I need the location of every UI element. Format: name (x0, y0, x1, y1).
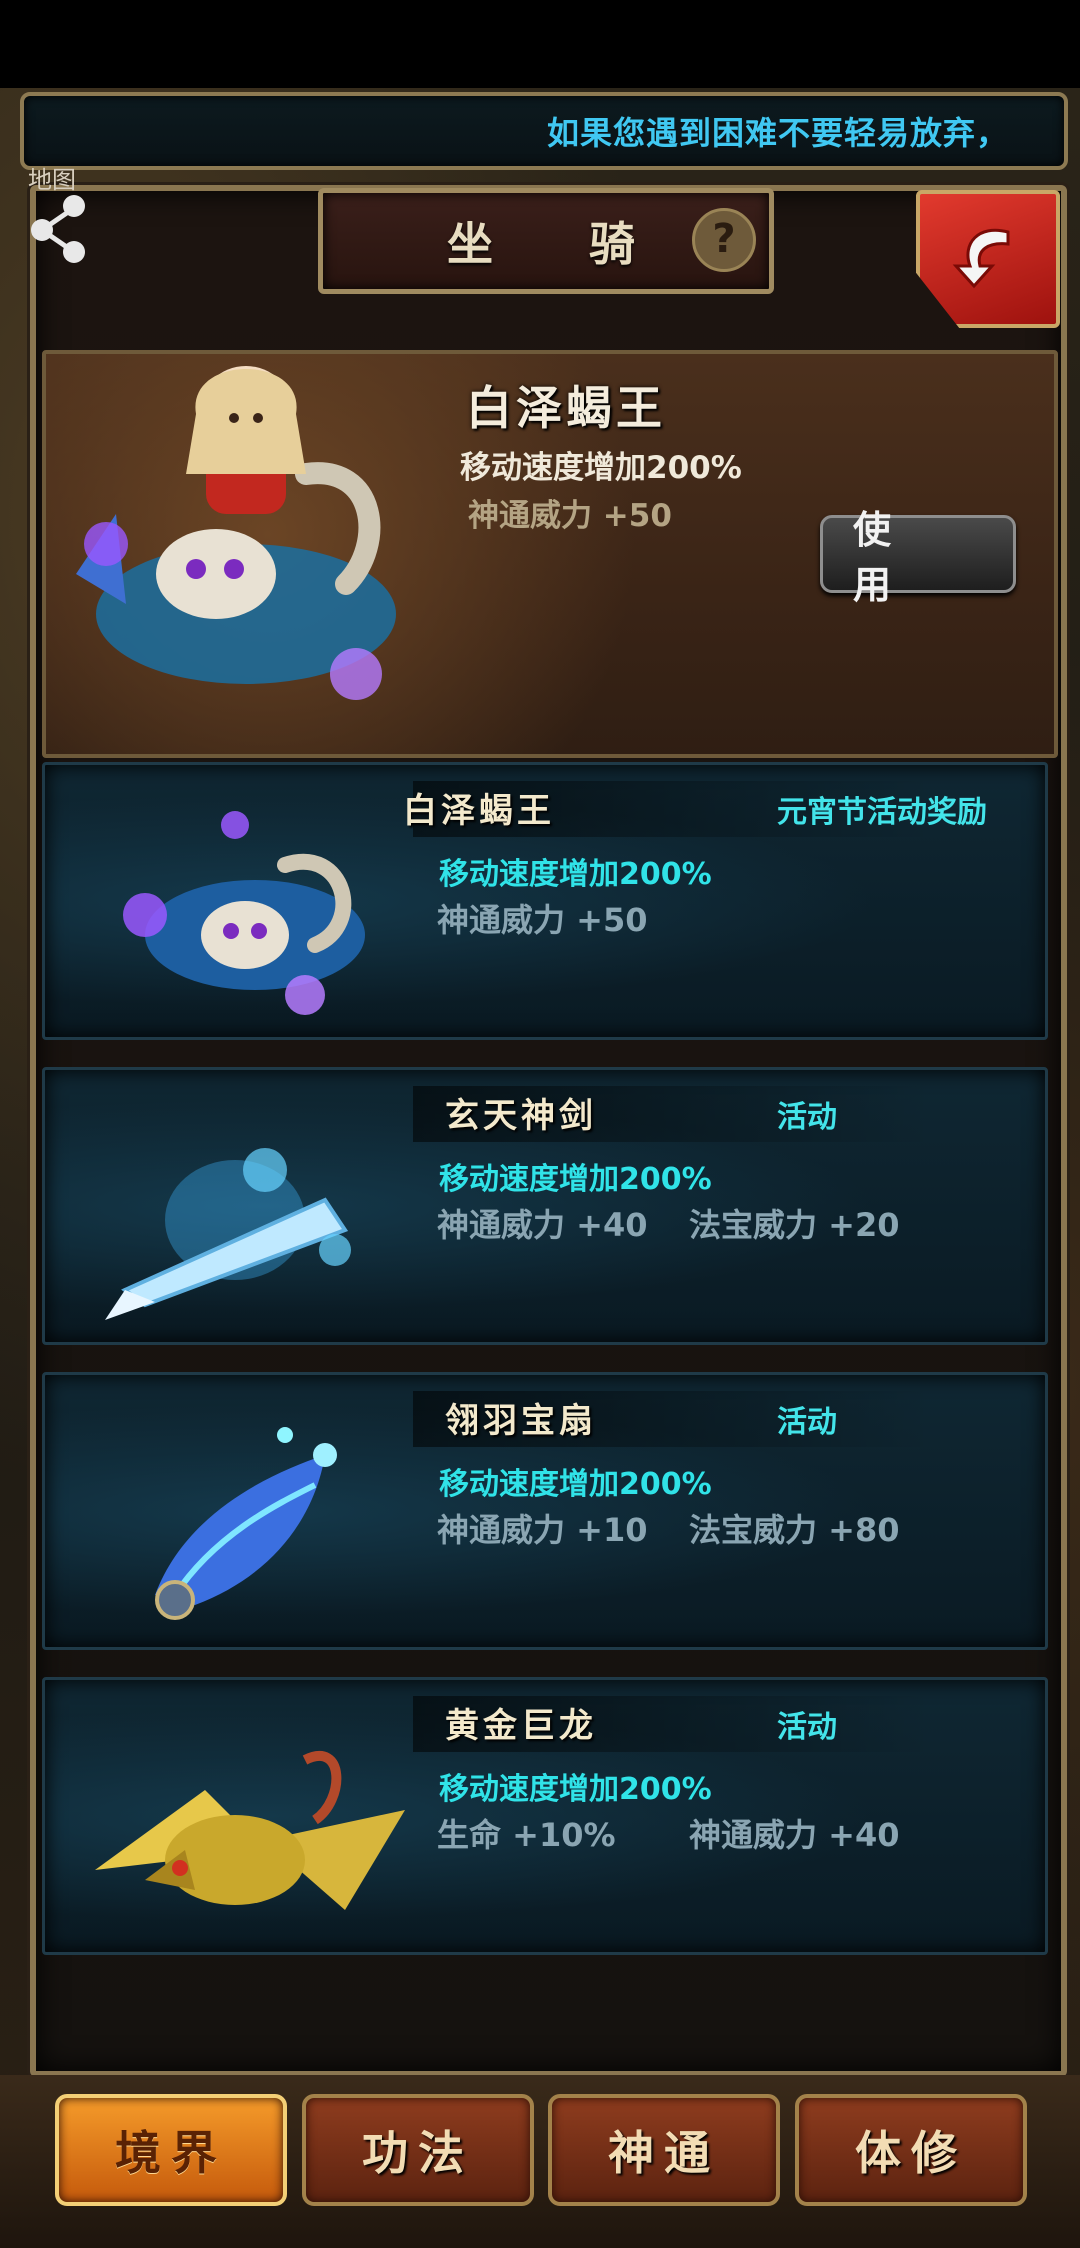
ticker-text: 如果您遇到困难不要轻易放弃， (546, 114, 1009, 152)
mount-source-tag: 活动 (777, 1710, 837, 1745)
mount-name: 玄天神剑 (445, 1096, 597, 1136)
mount-card[interactable]: 白泽蝎王 元宵节活动奖励 移动速度增加200% 神通威力 +50 (42, 762, 1048, 1040)
mount-stat-1: 神通威力 +10 (437, 1511, 648, 1549)
announcement-ticker: 如果您遇到困难不要轻易放弃， (20, 92, 1068, 170)
mount-name: 翎羽宝扇 (445, 1401, 597, 1441)
mount-card[interactable]: 玄天神剑 活动 移动速度增加200% 神通威力 +40 法宝威力 +20 (42, 1067, 1048, 1345)
featured-power-bonus: 神通威力 +50 (468, 498, 672, 534)
share-button[interactable] (24, 184, 94, 268)
mount-stat-1: 神通威力 +40 (437, 1206, 648, 1244)
scorpion-king-art (123, 811, 365, 1015)
mount-name: 白泽蝎王 (403, 791, 555, 831)
mount-speed-bonus: 移动速度增加200% (439, 1467, 712, 1502)
use-button-label: 使 用 (853, 508, 922, 607)
xuantian-sword-art (105, 1148, 351, 1320)
golden-dragon-art (95, 1751, 405, 1910)
mount-stat-2: 法宝威力 +20 (689, 1206, 900, 1244)
featured-speed-bonus: 移动速度增加200% (460, 450, 742, 486)
featured-mount-name: 白泽蝎王 (466, 381, 666, 435)
help-button[interactable]: ? (692, 208, 756, 272)
mount-name: 黄金巨龙 (445, 1706, 597, 1746)
mount-source-tag: 活动 (777, 1405, 837, 1440)
mount-card[interactable]: 黄金巨龙 活动 移动速度增加200% 生命 +10% 神通威力 +40 (42, 1677, 1048, 1955)
back-arrow-icon (952, 228, 1010, 289)
mount-stat-1: 神通威力 +50 (437, 901, 648, 939)
page-title: 坐 骑 (446, 217, 675, 271)
mount-speed-bonus: 移动速度增加200% (439, 1772, 712, 1807)
mount-stat-2: 神通威力 +40 (689, 1816, 900, 1854)
tab-jingjie[interactable]: 境界 (55, 2094, 287, 2206)
tab-tixiu[interactable]: 体修 (795, 2094, 1027, 2206)
mount-card[interactable]: 翎羽宝扇 活动 移动速度增加200% 神通威力 +10 法宝威力 +80 (42, 1372, 1048, 1650)
mount-stat-1: 生命 +10% (437, 1816, 616, 1854)
share-icon (31, 195, 85, 263)
mount-source-tag: 元宵节活动奖励 (777, 795, 987, 830)
mount-speed-bonus: 移动速度增加200% (439, 857, 712, 892)
mount-stat-2: 法宝威力 +80 (689, 1511, 900, 1549)
feather-fan-art (155, 1427, 337, 1620)
mount-source-tag: 活动 (777, 1100, 837, 1135)
mount-speed-bonus: 移动速度增加200% (439, 1162, 712, 1197)
tab-shentong[interactable]: 神通 (548, 2094, 780, 2206)
featured-mount-art (76, 366, 396, 700)
use-button[interactable]: 使 用 (820, 508, 1016, 607)
tab-gongfa[interactable]: 功法 (302, 2094, 534, 2206)
